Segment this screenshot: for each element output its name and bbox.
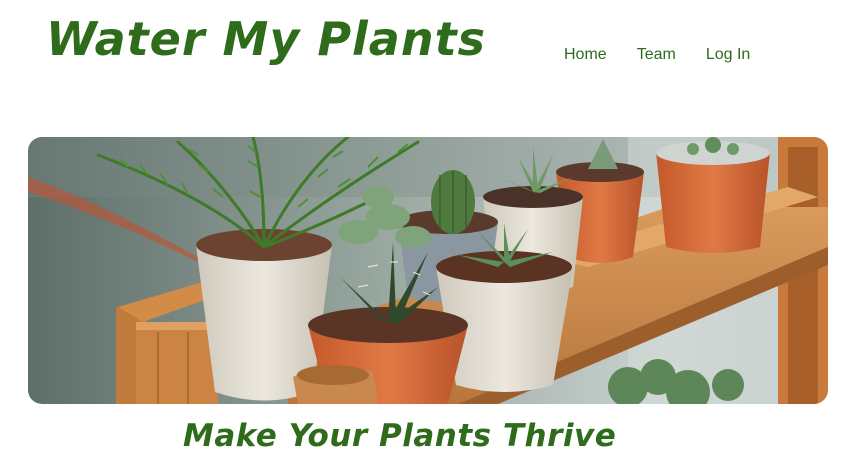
nav-team-link[interactable]: Team xyxy=(637,46,676,64)
main-nav: Home Team Log In xyxy=(564,46,750,64)
site-title: Water My Plants xyxy=(46,12,486,66)
hero-image xyxy=(28,137,828,404)
hero-tagline: Make Your Plants Thrive xyxy=(183,418,617,454)
plants-illustration xyxy=(28,137,828,404)
nav-home-link[interactable]: Home xyxy=(564,46,607,64)
nav-login-link[interactable]: Log In xyxy=(706,46,750,64)
